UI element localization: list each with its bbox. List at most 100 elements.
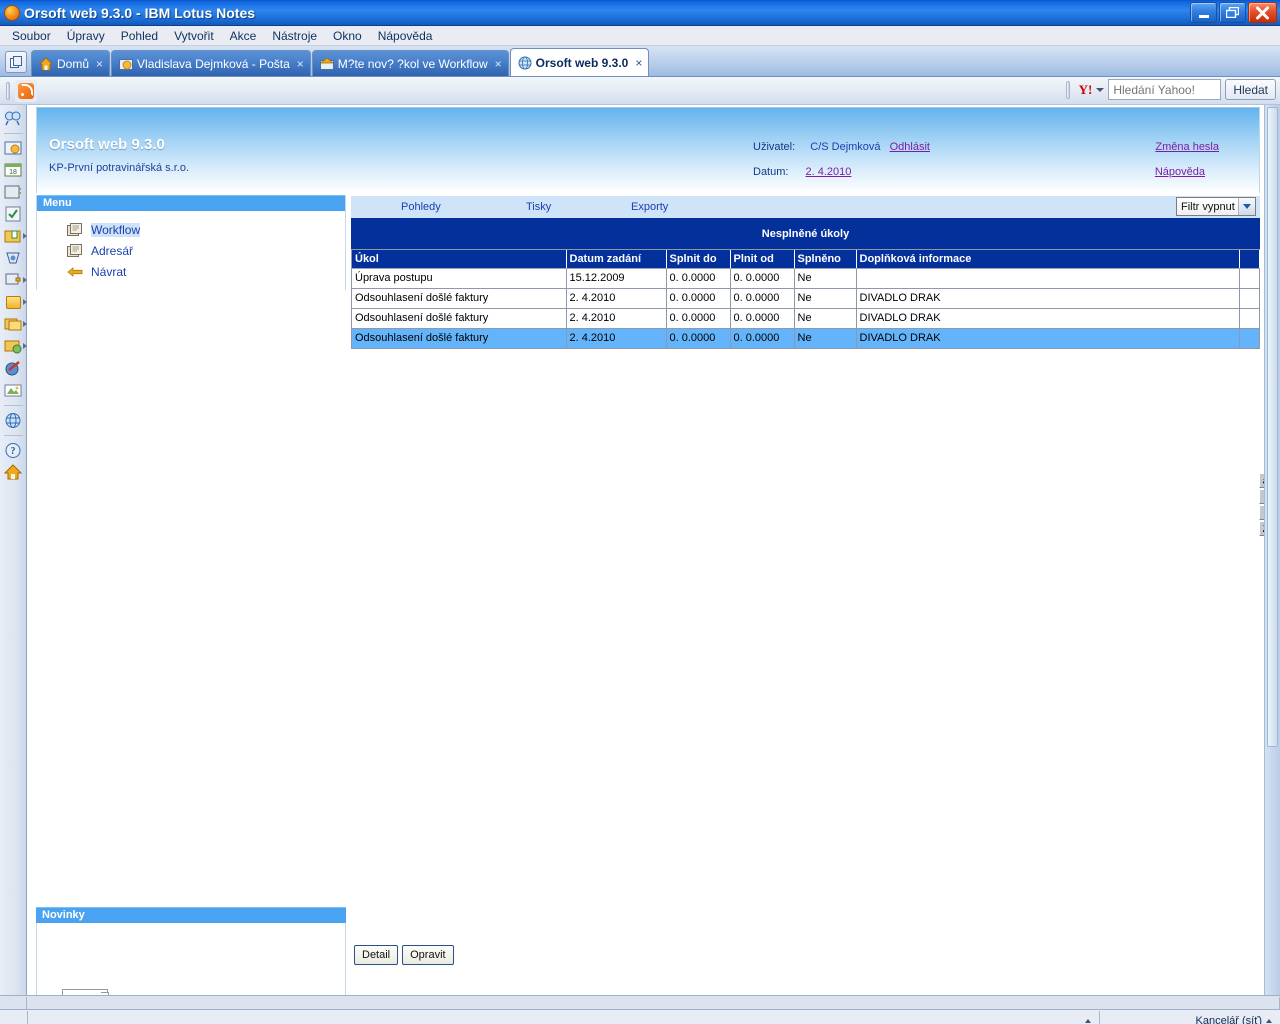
cell-plnit-od: 0. 0.0000 <box>730 288 795 309</box>
user-label: Uživatel: <box>753 141 796 153</box>
design-icon[interactable] <box>3 358 23 378</box>
restore-button[interactable] <box>1219 2 1246 23</box>
help-icon[interactable]: ? <box>3 440 23 460</box>
menu-upravy[interactable]: Úpravy <box>59 27 113 45</box>
cell-splnit-do: 0. 0.0000 <box>666 268 731 289</box>
col-splneno[interactable]: Splněno <box>794 250 857 269</box>
replication-icon[interactable] <box>3 248 23 268</box>
search-input[interactable] <box>1108 79 1222 100</box>
content-columns: Menu Workflow Adresář Návrat Novinky Poh… <box>36 195 1276 995</box>
bottom-seg-left <box>0 996 27 1009</box>
tab-close-icon[interactable]: × <box>93 57 103 71</box>
yahoo-icon[interactable]: Y! <box>1079 82 1093 98</box>
viewbar-tisky[interactable]: Tisky <box>526 201 551 213</box>
col-doplnkova-informace[interactable]: Doplňková informace <box>856 250 1240 269</box>
minimize-button[interactable] <box>1190 2 1217 23</box>
tab-posta[interactable]: Vladislava Dejmková - Pošta × <box>111 50 311 76</box>
window-list-button[interactable] <box>5 51 27 73</box>
col-splnit-do[interactable]: Splnit do <box>666 250 731 269</box>
table-row[interactable]: Úprava postupu 15.12.2009 0. 0.0000 0. 0… <box>352 268 1260 289</box>
col-datum-zadani[interactable]: Datum zadání <box>566 250 667 269</box>
help-row: Nápověda <box>1155 166 1205 178</box>
folder-glyph <box>5 295 21 309</box>
cell-spacer <box>1239 328 1260 349</box>
folder-icon[interactable] <box>3 292 27 312</box>
close-button[interactable] <box>1248 2 1277 23</box>
app-icon <box>4 4 20 21</box>
cell-ukol: Úprava postupu <box>352 268 567 289</box>
svg-text:?: ? <box>11 446 16 457</box>
image-icon[interactable] <box>3 380 23 400</box>
cell-plnit-od: 0. 0.0000 <box>730 328 795 349</box>
tab-orsoft-web[interactable]: Orsoft web 9.3.0 × <box>509 48 650 76</box>
search-button[interactable]: Hledat <box>1225 79 1276 100</box>
col-plnit-od[interactable]: Plnit od <box>730 250 795 269</box>
table-row[interactable]: Odsouhlasení došlé faktury 2. 4.2010 0. … <box>352 308 1260 329</box>
mail-icon[interactable] <box>3 138 23 158</box>
cell-spacer <box>1239 268 1260 289</box>
status-location[interactable]: Kancelář (síť) <box>1100 1015 1280 1024</box>
folder-web-icon[interactable] <box>3 336 27 356</box>
folder-doc-icon <box>67 222 82 236</box>
table-row[interactable]: Odsouhlasení došlé faktury 2. 4.2010 0. … <box>352 328 1260 349</box>
date-link[interactable]: 2. 4.2010 <box>806 166 852 178</box>
browser-toolbar: Y! Hledat <box>0 77 1280 105</box>
user-row: Uživatel: C/S Dejmková Odhlásit <box>753 141 930 153</box>
search-icon[interactable] <box>3 108 23 128</box>
opravit-button[interactable]: Opravit <box>402 945 454 965</box>
menu-okno[interactable]: Okno <box>325 27 370 45</box>
page-scrollbar[interactable] <box>1264 105 1280 995</box>
rss-button[interactable] <box>15 79 37 102</box>
col-ukol[interactable]: Úkol <box>352 250 567 269</box>
sidebar-item-navrat[interactable]: Návrat <box>37 261 345 282</box>
rail-divider <box>3 133 23 134</box>
calendar-icon[interactable]: 18 <box>3 160 23 180</box>
search-grip[interactable] <box>1065 80 1070 99</box>
tab-close-icon[interactable]: × <box>492 57 502 71</box>
detail-button[interactable]: Detail <box>354 945 399 965</box>
help-link[interactable]: Nápověda <box>1155 166 1205 178</box>
scrollbar-thumb[interactable] <box>1267 107 1278 747</box>
change-password-link[interactable]: Změna hesla <box>1155 141 1219 153</box>
notebook-icon[interactable] <box>3 226 27 246</box>
window-controls <box>1190 2 1277 23</box>
form-button-row: Detail Opravit <box>354 945 454 965</box>
menu-akce[interactable]: Akce <box>222 27 265 45</box>
filter-dropdown[interactable]: Filtr vypnut <box>1176 197 1256 216</box>
menu-vytvorit[interactable]: Vytvořit <box>166 27 222 45</box>
menu-nastroje[interactable]: Nástroje <box>264 27 325 45</box>
menu-napoveda[interactable]: Nápověda <box>370 27 441 45</box>
folder-doc-icon <box>67 243 82 257</box>
menu-pohled[interactable]: Pohled <box>113 27 166 45</box>
home-icon[interactable] <box>3 462 23 482</box>
tab-close-icon[interactable]: × <box>294 57 304 71</box>
workspace-icon[interactable] <box>3 270 27 290</box>
tab-domu[interactable]: Domů × <box>31 50 111 76</box>
globe-icon[interactable] <box>3 410 23 430</box>
toolbar-grip[interactable] <box>6 81 10 100</box>
page-title: Orsoft web 9.3.0 <box>49 136 165 153</box>
status-expand-button[interactable] <box>1077 1018 1099 1023</box>
contacts-icon[interactable] <box>3 182 23 202</box>
mail-icon <box>119 58 134 70</box>
folder-copy-icon[interactable] <box>3 314 27 334</box>
cell-datum-zadani: 2. 4.2010 <box>566 308 667 329</box>
menu-soubor[interactable]: Soubor <box>4 27 59 45</box>
sidebar-item-label: Workflow <box>91 222 141 237</box>
sidebar-item-adresar[interactable]: Adresář <box>37 240 345 261</box>
table-row[interactable]: Odsouhlasení došlé faktury 2. 4.2010 0. … <box>352 288 1260 309</box>
tab-close-icon[interactable]: × <box>632 56 642 70</box>
chevron-down-icon[interactable] <box>1238 198 1255 215</box>
sidebar-item-workflow[interactable]: Workflow <box>37 219 345 240</box>
app-header-banner: Orsoft web 9.3.0 KP-První potravinářská … <box>36 107 1260 193</box>
cell-ukol: Odsouhlasení došlé faktury <box>352 288 567 309</box>
date-row: Datum: 2. 4.2010 <box>753 166 851 178</box>
tasks-icon[interactable] <box>3 204 23 224</box>
sidebar-item-label: Návrat <box>91 264 127 279</box>
tab-workflow-mail[interactable]: M?te nov? ?kol ve Workflow × <box>311 50 509 76</box>
viewbar-pohledy[interactable]: Pohledy <box>401 201 441 213</box>
viewbar-exporty[interactable]: Exporty <box>631 201 668 213</box>
cell-doplnkova-informace: DIVADLO DRAK <box>856 308 1240 329</box>
logout-link[interactable]: Odhlásit <box>890 141 930 153</box>
chevron-down-icon[interactable] <box>1096 87 1105 92</box>
